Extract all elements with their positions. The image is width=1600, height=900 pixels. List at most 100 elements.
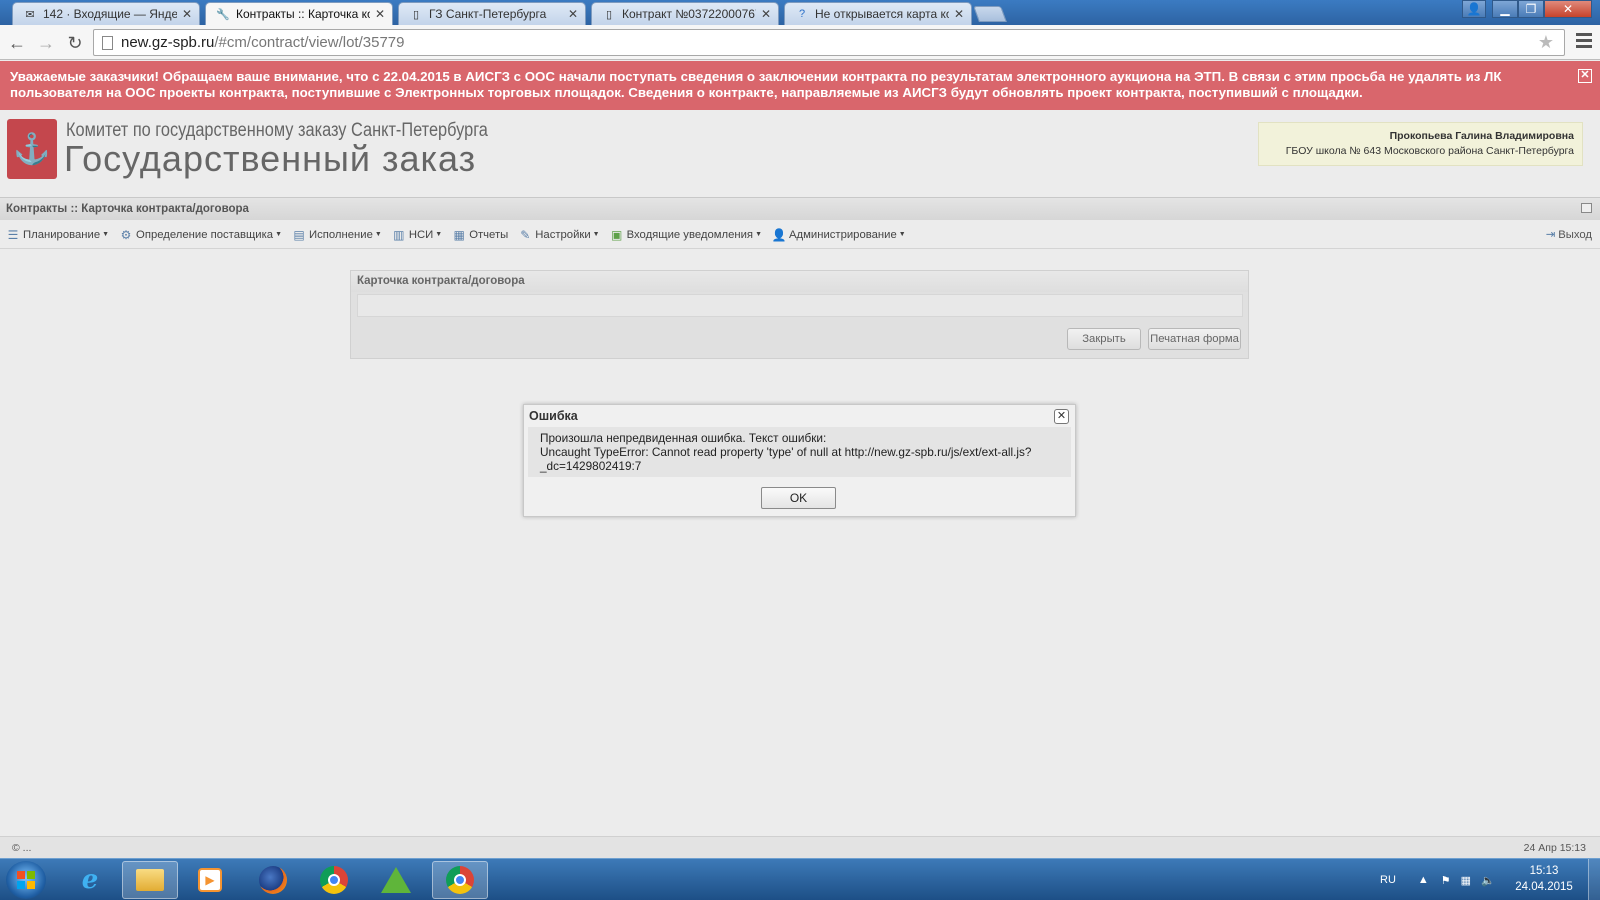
chrome-icon — [320, 866, 348, 894]
print-form-button[interactable]: Печатная форма — [1148, 328, 1241, 350]
dialog-title: Ошибка — [529, 409, 578, 423]
minimize-button[interactable]: ▁ — [1492, 0, 1518, 18]
tab-help-question[interactable]: ? Не открывается карта контракта ✕ — [784, 2, 972, 25]
ok-button[interactable]: OK — [761, 487, 836, 509]
collapse-icon[interactable] — [1581, 203, 1592, 213]
bookmark-star-icon[interactable]: ★ — [1538, 32, 1554, 53]
show-desktop-button[interactable] — [1588, 859, 1600, 900]
tools-icon: 🔧 — [216, 8, 230, 21]
app-triangle-icon — [381, 867, 411, 893]
error-dialog: Ошибка ✕ Произошла непредвиденная ошибка… — [523, 404, 1076, 517]
forward-button[interactable]: → — [35, 32, 57, 54]
chevron-down-icon: ▼ — [435, 231, 443, 238]
new-tab-button[interactable] — [973, 6, 1007, 22]
chrome-menu-icon[interactable] — [1576, 33, 1592, 51]
planning-icon: ☰ — [7, 227, 19, 242]
user-icon: 👤 — [771, 227, 787, 242]
taskbar-chrome[interactable] — [306, 861, 362, 899]
site-header: ⚓ Комитет по государственному заказу Сан… — [0, 110, 1600, 192]
media-player-icon: ▶ — [198, 868, 222, 892]
taskbar-firefox[interactable] — [245, 861, 301, 899]
breadcrumb: Контракты :: Карточка контракта/договора — [0, 197, 1600, 220]
window-close-button[interactable]: ✕ — [1544, 0, 1592, 18]
close-icon[interactable]: ✕ — [1578, 69, 1592, 83]
close-button[interactable]: Закрыть — [1067, 328, 1141, 350]
back-button[interactable]: ← — [6, 32, 28, 54]
contract-card-panel: Карточка контракта/договора Закрыть Печа… — [350, 270, 1249, 359]
tab-gz-spb[interactable]: ▯ ГЗ Санкт-Петербурга ✕ — [398, 2, 586, 25]
action-center-flag-icon[interactable]: ⚑ — [1441, 874, 1451, 887]
menu-nsi[interactable]: ▥ НСИ ▼ — [392, 228, 442, 242]
menu-label: Исполнение — [309, 228, 373, 241]
tab-yandex-mail[interactable]: ✉ 142 · Входящие — Яндекс ✕ — [12, 2, 200, 25]
main-menu: ☰ Планирование ▼ ⚙ Определение поставщика ▼ … — [0, 221, 1600, 249]
error-message: Произошла непредвиденная ошибка. Текст о… — [528, 427, 1071, 477]
user-org: ГБОУ школа № 643 Московского района Санк… — [1285, 145, 1574, 157]
tab-label: Не открывается карта контракта — [815, 7, 949, 21]
clock-time: 15:13 — [1529, 865, 1559, 877]
menu-inbox[interactable]: ▣ Входящие уведомления ▼ — [610, 228, 762, 242]
menu-settings[interactable]: ✎ Настройки ▼ — [518, 228, 599, 242]
menu-execution[interactable]: ▤ Исполнение ▼ — [292, 227, 382, 242]
close-icon[interactable]: ✕ — [953, 7, 965, 21]
close-icon[interactable]: ✕ — [181, 7, 193, 21]
page-icon — [102, 35, 113, 50]
menu-label: Определение поставщика — [136, 228, 274, 241]
language-indicator[interactable]: RU — [1380, 874, 1396, 886]
reload-button[interactable]: ↻ — [64, 32, 86, 54]
taskbar-media-player[interactable]: ▶ — [182, 861, 238, 899]
tab-label: Контракты :: Карточка контракта — [236, 7, 370, 21]
tab-label: 142 · Входящие — Яндекс — [43, 7, 177, 21]
address-bar[interactable]: new.gz-spb.ru/#cm/contract/view/lot/3577… — [93, 29, 1565, 56]
menu-label: Администрирование — [789, 228, 897, 241]
user-name: Прокопьева Галина Владимировна — [1389, 130, 1574, 142]
url-path: /#cm/contract/view/lot/35779 — [214, 34, 405, 51]
menu-label: НСИ — [408, 228, 434, 241]
taskbar-clock[interactable]: 15:13 24.04.2015 — [1508, 863, 1580, 895]
internet-explorer-icon: e — [81, 865, 99, 895]
book-icon: ▥ — [393, 227, 405, 242]
taskbar-ie[interactable]: e — [62, 861, 118, 899]
mail-icon: ✉ — [25, 8, 35, 21]
taskbar-app[interactable] — [368, 861, 424, 899]
system-tray: RU ▲ ⚑ ▦ 🔈 — [1380, 859, 1495, 900]
tray-expand-icon[interactable]: ▲ — [1418, 874, 1429, 886]
url-domain: new.gz-spb.ru — [121, 34, 215, 51]
chevron-down-icon: ▼ — [592, 231, 600, 238]
chevron-down-icon: ▼ — [275, 231, 283, 238]
exit-label: Выход — [1558, 228, 1592, 241]
close-icon[interactable]: ✕ — [567, 7, 579, 21]
clock-date: 24.04.2015 — [1515, 881, 1573, 893]
user-info: Прокопьева Галина Владимировна ГБОУ школ… — [1258, 122, 1583, 166]
close-icon[interactable]: ✕ — [1054, 409, 1069, 424]
profile-icon[interactable]: 👤 — [1462, 0, 1486, 18]
tab-contract-number[interactable]: ▯ Контракт №03722000767 ✕ — [591, 2, 779, 25]
start-button[interactable] — [6, 861, 46, 899]
network-icon[interactable]: ▦ — [1461, 874, 1471, 887]
volume-icon[interactable]: 🔈 — [1481, 874, 1495, 887]
menu-label: Отчеты — [469, 228, 509, 241]
inbox-icon: ▣ — [610, 227, 623, 242]
report-icon: ▦ — [453, 227, 465, 242]
site-title: Государственный заказ — [64, 138, 477, 179]
menu-planning[interactable]: ☰ Планирование ▼ — [6, 228, 109, 242]
taskbar-chrome-active[interactable] — [432, 861, 488, 899]
menu-label: Планирование — [23, 228, 101, 241]
exit-button[interactable]: ⇥ Выход — [1546, 228, 1592, 242]
close-icon[interactable]: ✕ — [760, 7, 772, 21]
taskbar-explorer[interactable] — [122, 861, 178, 899]
menu-label: Входящие уведомления — [626, 228, 754, 241]
chevron-down-icon: ▼ — [374, 231, 382, 238]
maximize-button[interactable]: ❐ — [1518, 0, 1544, 18]
tab-contracts[interactable]: 🔧 Контракты :: Карточка контракта ✕ — [205, 2, 393, 25]
page-icon: ▯ — [412, 8, 420, 21]
menu-supplier[interactable]: ⚙ Определение поставщика ▼ — [119, 228, 282, 242]
menu-admin[interactable]: 👤 Администрирование ▼ — [772, 228, 906, 242]
browser-tab-strip: ✉ 142 · Входящие — Яндекс ✕ 🔧 Контракты … — [0, 0, 1600, 25]
windows-taskbar: e ▶ RU ▲ ⚑ ▦ 🔈 15:13 24.04.2015 — [0, 858, 1600, 900]
close-icon[interactable]: ✕ — [374, 7, 386, 21]
execution-icon: ▤ — [293, 227, 305, 242]
breadcrumb-text: Контракты :: Карточка контракта/договора — [6, 203, 249, 215]
windows-logo-icon — [17, 871, 35, 889]
menu-reports[interactable]: ▦ Отчеты — [452, 227, 509, 242]
